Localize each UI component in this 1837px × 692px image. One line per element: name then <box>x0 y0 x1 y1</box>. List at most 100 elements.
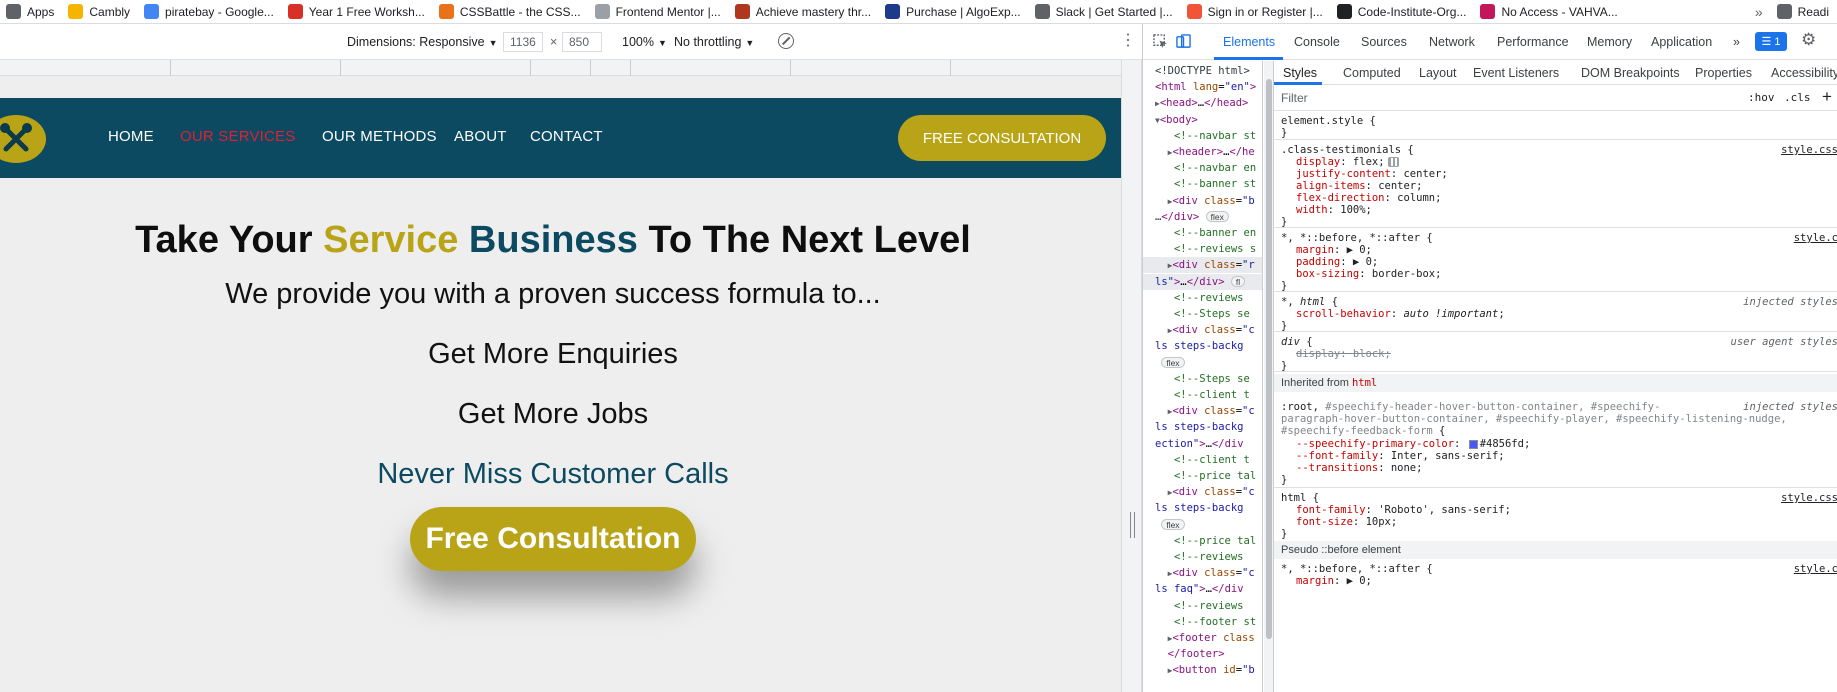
more-options-icon[interactable]: ⋮ <box>1120 33 1136 49</box>
bookmark-item[interactable]: Year 1 Free Worksh... <box>282 0 433 23</box>
dom-node-line[interactable]: ls">…</div> fl <box>1143 273 1262 290</box>
dom-node-line[interactable]: <!--price tal <box>1143 533 1262 549</box>
dom-node-line[interactable]: flex <box>1143 517 1262 533</box>
dom-node-line[interactable]: <!--footer st <box>1143 614 1262 630</box>
dom-tree[interactable]: ⋯ <!DOCTYPE html><html lang="en">▶<head>… <box>1143 61 1263 692</box>
tab-console[interactable]: Console <box>1294 35 1340 49</box>
reading-list-button[interactable]: Readi <box>1771 0 1837 23</box>
tab-sources[interactable]: Sources <box>1361 35 1407 49</box>
zoom-dropdown[interactable]: 100% ▼ <box>622 35 667 49</box>
dom-node-line[interactable]: ▶<button id="b <box>1143 662 1262 678</box>
subtab-styles[interactable]: Styles <box>1283 66 1317 80</box>
bookmark-item[interactable]: Apps <box>0 0 62 23</box>
viewport-resize-gutter[interactable] <box>1121 60 1142 692</box>
dom-node-line[interactable]: </footer> <box>1143 646 1262 662</box>
dom-node-line[interactable]: ▼<body> <box>1143 112 1262 128</box>
dom-node-line[interactable]: ls steps-backg <box>1143 500 1262 516</box>
nav-about-link[interactable]: ABOUT <box>454 128 507 145</box>
css-declaration[interactable]: box-sizing: border-box; <box>1296 267 1441 281</box>
dom-node-line[interactable]: <!--navbar en <box>1143 160 1262 176</box>
scrollbar-thumb[interactable] <box>1266 79 1272 639</box>
css-selector[interactable]: #speechify-feedback-form { <box>1281 424 1445 438</box>
resize-handle-icon[interactable] <box>1130 512 1135 538</box>
dom-node-line[interactable]: ▶<header>…</he <box>1143 144 1262 160</box>
dom-node-line[interactable]: <!--reviews <box>1143 290 1262 306</box>
dom-node-line[interactable]: flex <box>1143 355 1262 371</box>
dom-node-line[interactable]: <!--client t <box>1143 387 1262 403</box>
nav-home-link[interactable]: HOME <box>108 128 154 145</box>
stylesheet-link[interactable]: style.c <box>1794 562 1837 576</box>
css-selector[interactable]: } <box>1281 473 1287 487</box>
dom-tree-scrollbar[interactable] <box>1264 61 1274 692</box>
dom-node-line[interactable]: <!--Steps se <box>1143 306 1262 322</box>
inherited-element-link[interactable]: html <box>1352 377 1377 389</box>
dom-node-line[interactable]: <!--price tal <box>1143 468 1262 484</box>
rotate-icon[interactable] <box>778 33 794 49</box>
bookmark-item[interactable]: piratebay - Google... <box>138 0 282 23</box>
bookmark-item[interactable]: Achieve mastery thr... <box>729 0 879 23</box>
dom-node-line[interactable]: <!DOCTYPE html> <box>1143 63 1262 79</box>
dom-node-line[interactable]: ▶<div class="c <box>1143 484 1262 500</box>
new-rule-icon[interactable]: + <box>1822 87 1832 107</box>
dom-node-line[interactable]: ▶<div class="c <box>1143 565 1262 581</box>
subtab-properties[interactable]: Properties <box>1695 66 1752 80</box>
nav-our-methods-link[interactable]: OUR METHODS <box>322 128 437 145</box>
issues-badge[interactable]: ☰ 1 <box>1755 32 1787 51</box>
tools-logo-icon[interactable] <box>0 115 46 163</box>
tab-network[interactable]: Network <box>1429 35 1475 49</box>
dom-node-line[interactable]: ▶<div class="c <box>1143 322 1262 338</box>
width-input[interactable]: 1136 <box>503 32 543 52</box>
bookmark-item[interactable]: Code-Institute-Org... <box>1331 0 1475 23</box>
bookmark-item[interactable]: No Access - VAHVA... <box>1474 0 1625 23</box>
tab-performance[interactable]: Performance <box>1497 35 1569 49</box>
dom-node-line[interactable]: ls steps-backg <box>1143 338 1262 354</box>
dom-node-line[interactable]: ection">…</div <box>1143 436 1262 452</box>
dom-node-line[interactable]: <!--reviews <box>1143 598 1262 614</box>
dom-node-line[interactable]: ▶<footer class <box>1143 630 1262 646</box>
device-toggle-icon[interactable] <box>1176 34 1191 49</box>
subtab-accessibility[interactable]: Accessibility <box>1771 66 1837 80</box>
inspect-element-icon[interactable] <box>1153 34 1168 49</box>
css-declaration[interactable]: margin: ▶ 0; <box>1296 574 1372 588</box>
tab-application[interactable]: Application <box>1651 35 1712 49</box>
bookmark-item[interactable]: Cambly <box>62 0 138 23</box>
dom-node-line[interactable]: <!--client t <box>1143 452 1262 468</box>
css-declaration[interactable]: scroll-behavior: auto !important; <box>1296 307 1505 321</box>
class-toggle[interactable]: .cls <box>1784 91 1811 104</box>
gear-icon[interactable]: ⚙ <box>1801 30 1816 50</box>
subtab-computed[interactable]: Computed <box>1343 66 1401 80</box>
css-declaration[interactable]: --transitions: none; <box>1296 461 1422 475</box>
subtab-layout[interactable]: Layout <box>1419 66 1457 80</box>
free-consultation-hero-button[interactable]: Free Consultation <box>410 507 696 571</box>
bookmark-item[interactable]: Slack | Get Started |... <box>1029 0 1181 23</box>
subtab-dom-breakpoints[interactable]: DOM Breakpoints <box>1581 66 1680 80</box>
dom-node-line[interactable]: ▶<div class="c <box>1143 403 1262 419</box>
dom-node-line[interactable]: ls steps-backg <box>1143 419 1262 435</box>
subtab-event-listeners[interactable]: Event Listeners <box>1473 66 1559 80</box>
nav-our-services-link[interactable]: OUR SERVICES <box>180 128 296 145</box>
bookmark-item[interactable]: Frontend Mentor |... <box>589 0 729 23</box>
dom-node-line[interactable]: <!--Steps se <box>1143 371 1262 387</box>
tab-memory[interactable]: Memory <box>1587 35 1632 49</box>
stylesheet-link[interactable]: style.css <box>1781 491 1837 505</box>
dom-node-line[interactable]: <!--banner en <box>1143 225 1262 241</box>
bookmark-item[interactable]: Sign in or Register |... <box>1181 0 1331 23</box>
throttling-dropdown[interactable]: No throttling ▼ <box>674 35 754 49</box>
css-declaration[interactable]: font-size: 10px; <box>1296 515 1397 529</box>
bookmark-item[interactable]: CSSBattle - the CSS... <box>433 0 589 23</box>
dom-node-line[interactable]: …</div> flex <box>1143 209 1262 225</box>
dom-node-line[interactable]: <!--banner st <box>1143 176 1262 192</box>
dom-node-line[interactable]: <!--reviews s <box>1143 241 1262 257</box>
bookmark-item[interactable]: Purchase | AlgoExp... <box>879 0 1029 23</box>
css-selector[interactable]: } <box>1281 126 1287 140</box>
dom-node-line[interactable]: <html lang="en"> <box>1143 79 1262 95</box>
more-tabs-icon[interactable]: » <box>1733 35 1740 49</box>
hover-state-toggle[interactable]: :hov <box>1748 91 1775 104</box>
css-selector[interactable]: } <box>1281 527 1287 541</box>
media-query-ruler[interactable] <box>0 60 1122 76</box>
css-declaration[interactable]: display: block; <box>1296 347 1391 361</box>
nav-contact-link[interactable]: CONTACT <box>530 128 603 145</box>
tab-elements[interactable]: Elements <box>1223 35 1275 49</box>
stylesheet-link[interactable]: style.css <box>1781 143 1837 157</box>
dom-node-line[interactable]: ▶<div class="b <box>1143 193 1262 209</box>
